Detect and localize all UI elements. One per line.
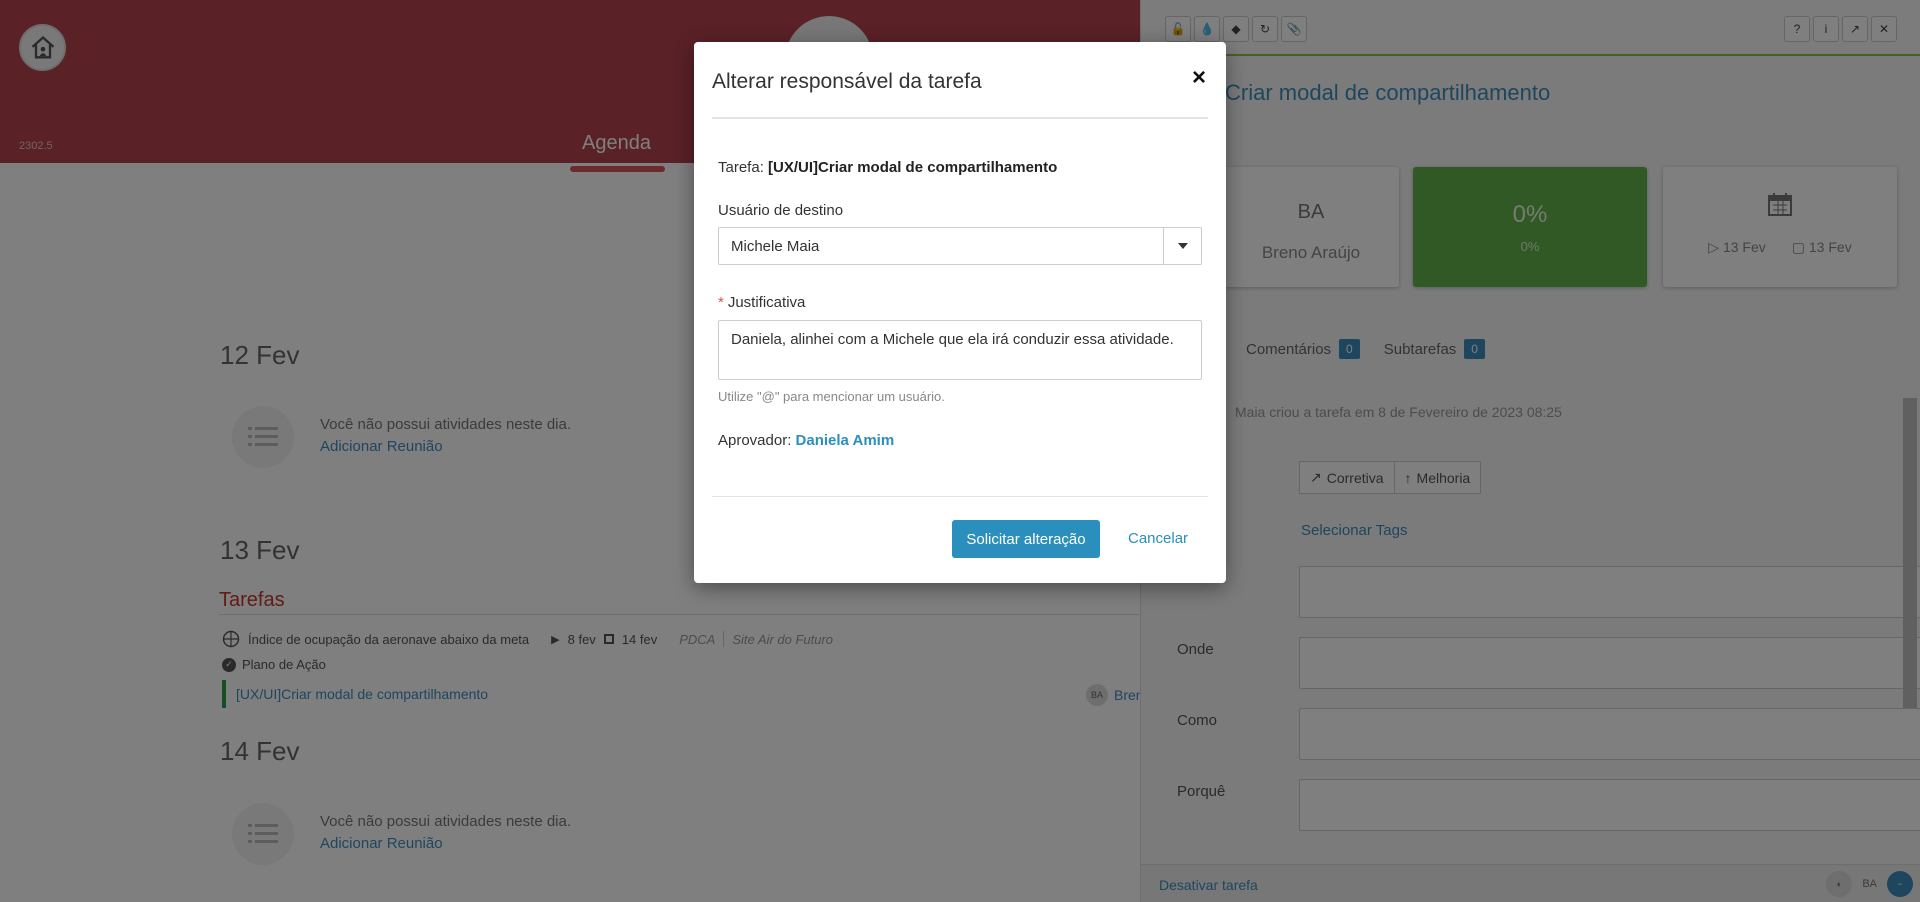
approver-label: Aprovador:: [718, 432, 792, 449]
cancel-button[interactable]: Cancelar: [1128, 530, 1188, 547]
modal-header-divider: [712, 117, 1208, 119]
modal-title: Alterar responsável da tarefa: [712, 70, 982, 93]
task-info: Tarefa: [UX/UI]Criar modal de compartilh…: [718, 159, 1057, 176]
task-label: Tarefa:: [718, 159, 764, 176]
target-user-select[interactable]: Michele Maia: [718, 227, 1202, 265]
target-user-label: Usuário de destino: [718, 202, 844, 219]
close-icon[interactable]: ×: [1192, 66, 1206, 90]
mention-hint: Utilize "@" para mencionar um usuário.: [718, 389, 945, 404]
justification-label: * Justificativa: [718, 294, 806, 311]
modal-footer-divider: [712, 496, 1208, 497]
approver-info: Aprovador: Daniela Amim: [718, 432, 894, 449]
required-marker: *: [718, 294, 724, 311]
task-name: [UX/UI]Criar modal de compartilhamento: [768, 159, 1058, 176]
dropdown-toggle[interactable]: [1163, 228, 1201, 264]
change-owner-modal: Alterar responsável da tarefa × Tarefa: …: [694, 42, 1226, 583]
justification-textarea[interactable]: Daniela, alinhei com a Michele que ela i…: [718, 320, 1202, 380]
target-user-value[interactable]: Michele Maia: [719, 228, 1163, 264]
caret-down-icon: [1177, 243, 1188, 249]
approver-link[interactable]: Daniela Amim: [796, 432, 895, 449]
request-change-button[interactable]: Solicitar alteração: [952, 520, 1100, 558]
